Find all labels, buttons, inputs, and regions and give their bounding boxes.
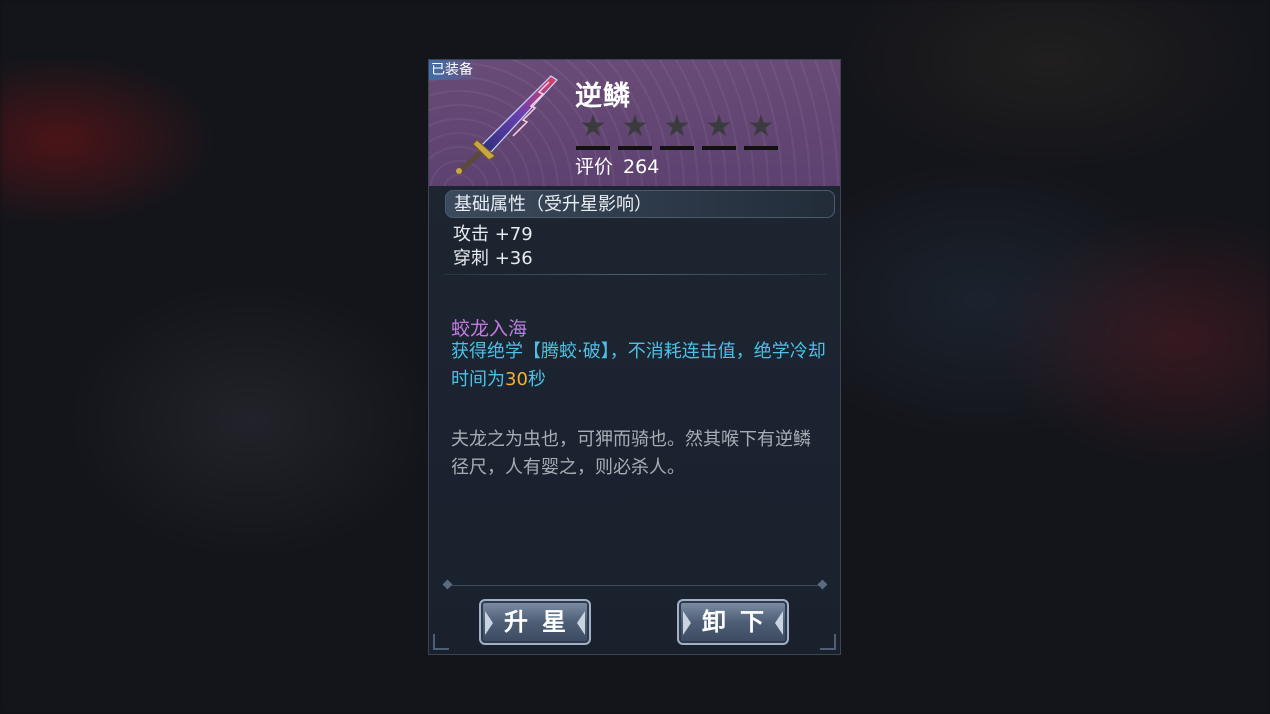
item-name: 逆鳞 (575, 81, 631, 112)
arrow-left-icon (485, 611, 493, 635)
attack-stat: 攻击 +79 (453, 224, 533, 245)
upgrade-star-label: 升星 (504, 607, 580, 636)
bottom-divider (447, 585, 823, 586)
skill-name: 蛟龙入海 (451, 318, 528, 340)
arrow-right-icon (577, 611, 585, 635)
divider-ornament (817, 579, 828, 590)
arrow-right-icon (775, 611, 783, 635)
unequip-label: 卸下 (702, 607, 778, 636)
star-icon: ★ (617, 110, 653, 150)
divider-ornament (442, 579, 453, 590)
star-icon: ★ (743, 110, 779, 150)
star-icon: ★ (701, 110, 737, 150)
star-icon: ★ (575, 110, 611, 150)
lore-text: 夫龙之为虫也，可狎而骑也。然其喉下有逆鳞径尺，人有婴之，则必杀人。 (451, 429, 811, 478)
corner-ornament (433, 634, 449, 650)
rating-row: 评价 264 (575, 152, 669, 179)
unequip-button[interactable]: 卸下 (677, 599, 789, 645)
base-attributes-title: 基础属性（受升星影响） (445, 190, 835, 218)
skill-description: 获得绝学【腾蛟·破】，不消耗连击值，绝学冷却时间为30秒 (451, 341, 826, 390)
arrow-left-icon (683, 611, 691, 635)
item-detail-panel: 已装备 逆鳞 ★ ★ ★ ★ ★ 评价 264 基础属性（受升星影响） 攻击 +… (428, 59, 841, 655)
star-icon: ★ (659, 110, 695, 150)
rating-value: 264 (623, 156, 660, 178)
pierce-stat: 穿刺 +36 (453, 248, 533, 269)
cooldown-value: 30 (505, 369, 528, 390)
divider (443, 274, 827, 275)
item-header: 已装备 逆鳞 ★ ★ ★ ★ ★ 评价 264 (429, 60, 840, 186)
sword-icon (456, 75, 558, 174)
corner-ornament (820, 634, 836, 650)
rating-label: 评价 (575, 156, 614, 178)
upgrade-star-button[interactable]: 升星 (479, 599, 591, 645)
star-rating: ★ ★ ★ ★ ★ (575, 110, 779, 150)
